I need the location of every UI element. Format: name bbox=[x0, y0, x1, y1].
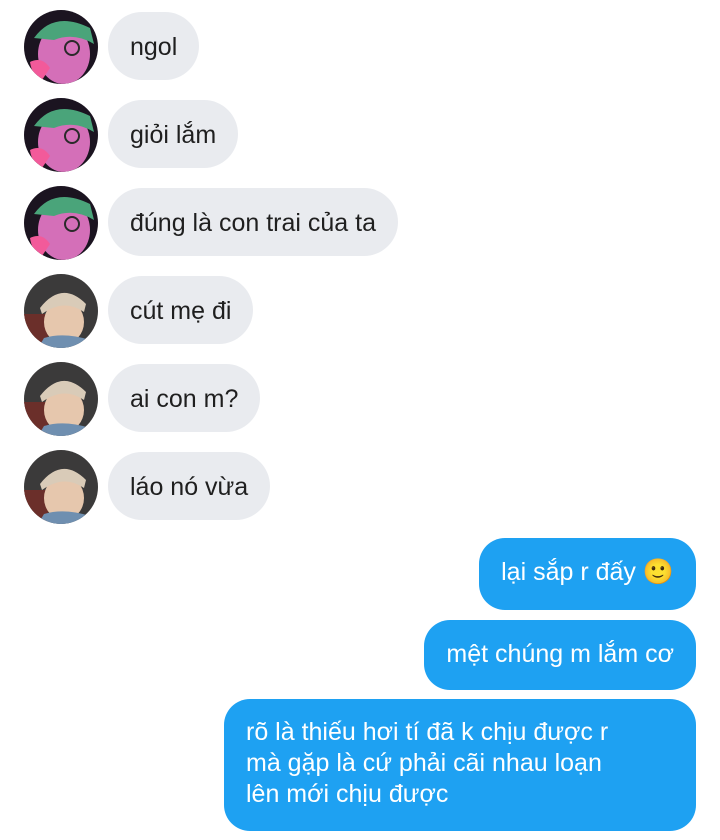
avatar-beanie-image bbox=[24, 362, 98, 436]
avatar-sender-a[interactable] bbox=[24, 98, 98, 172]
avatar-sender-b[interactable] bbox=[24, 362, 98, 436]
outgoing-message-bubble[interactable]: lại sắp r đấy 🙂 bbox=[479, 538, 696, 610]
avatar-sender-b[interactable] bbox=[24, 450, 98, 524]
avatar-green-hair-image bbox=[24, 186, 98, 260]
avatar-green-hair-image bbox=[24, 98, 98, 172]
message-thread: ngol giỏi lắm đúng là con trai của ta cú… bbox=[0, 0, 720, 840]
avatar-sender-b[interactable] bbox=[24, 274, 98, 348]
avatar-sender-a[interactable] bbox=[24, 186, 98, 260]
incoming-message-bubble[interactable]: đúng là con trai của ta bbox=[108, 188, 398, 256]
outgoing-message-bubble[interactable]: mệt chúng m lắm cơ bbox=[424, 620, 696, 690]
incoming-message-bubble[interactable]: ai con m? bbox=[108, 364, 261, 432]
message-line: mà gặp là cứ phải cãi nhau loạn bbox=[246, 749, 602, 777]
avatar-beanie-image bbox=[24, 450, 98, 524]
incoming-message-bubble[interactable]: ngol bbox=[108, 12, 200, 80]
outgoing-message-bubble[interactable]: rõ là thiếu hơi tí đã k chịu được r mà g… bbox=[224, 699, 696, 831]
message-line: lên mới chịu được bbox=[246, 780, 449, 808]
incoming-message-bubble[interactable]: láo nó vừa bbox=[108, 452, 271, 520]
avatar-sender-a[interactable] bbox=[24, 10, 98, 84]
incoming-message-bubble[interactable]: giỏi lắm bbox=[108, 100, 239, 168]
message-line: rõ là thiếu hơi tí đã k chịu được r bbox=[246, 718, 609, 746]
incoming-message-bubble[interactable]: cút mẹ đi bbox=[108, 276, 254, 344]
avatar-beanie-image bbox=[24, 274, 98, 348]
avatar-green-hair-image bbox=[24, 10, 98, 84]
